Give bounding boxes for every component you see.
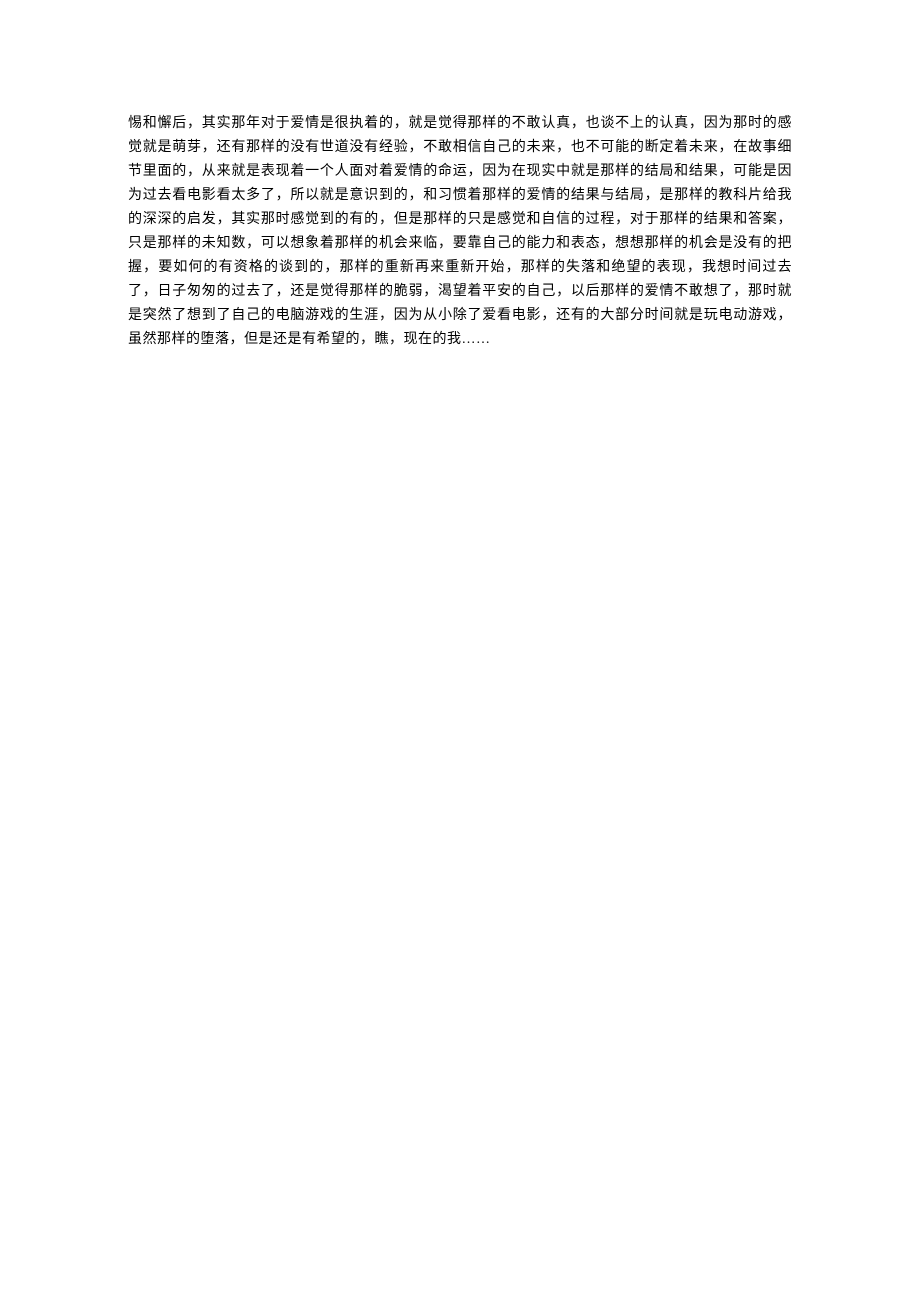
body-paragraph: 惕和懈后，其实那年对于爱情是很执着的，就是觉得那样的不敢认真，也谈不上的认真，因…: [128, 112, 792, 352]
document-page: 惕和懈后，其实那年对于爱情是很执着的，就是觉得那样的不敢认真，也谈不上的认真，因…: [0, 0, 920, 352]
